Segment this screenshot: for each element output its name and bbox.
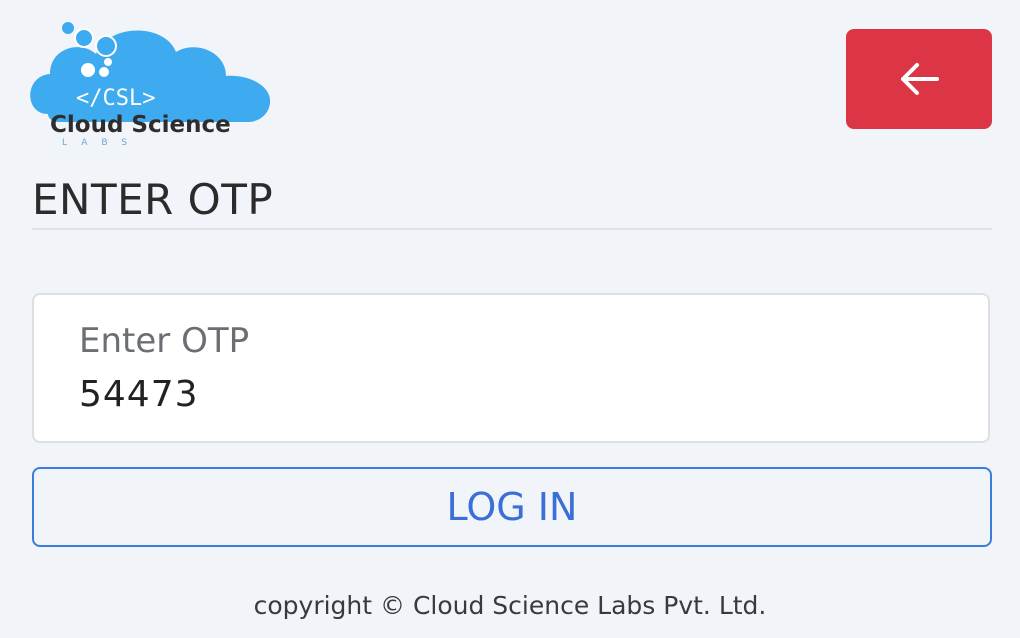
copyright-text: copyright © Cloud Science Labs Pvt. Ltd.: [253, 591, 767, 620]
title-divider: [32, 228, 992, 230]
arrow-left-icon: [901, 63, 939, 95]
otp-field-label: Enter OTP: [79, 321, 250, 361]
otp-field[interactable]: Enter OTP: [32, 293, 990, 443]
page-title: ENTER OTP: [32, 175, 274, 224]
logo-name: Cloud Science: [50, 112, 231, 138]
logo-subtitle: LABS: [62, 138, 142, 148]
back-button[interactable]: [846, 29, 992, 129]
logo-code-mark: </CSL>: [76, 86, 156, 111]
login-button[interactable]: LOG IN: [32, 467, 992, 547]
cloud-science-logo: </CSL> Cloud Science LABS: [28, 18, 278, 152]
otp-input[interactable]: [79, 369, 939, 419]
